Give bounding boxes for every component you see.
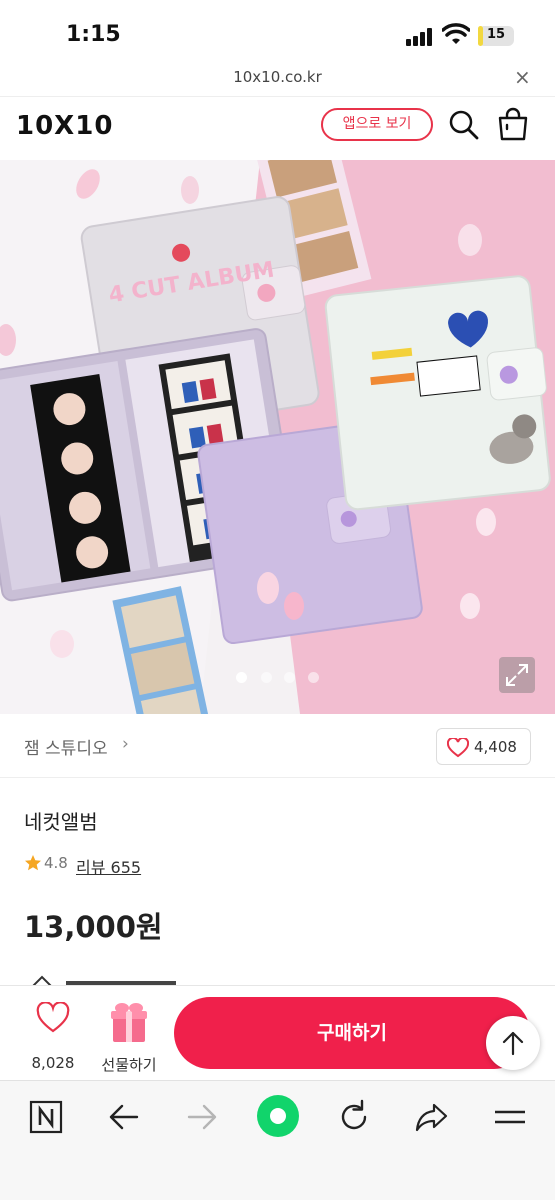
search-icon[interactable] xyxy=(448,109,480,141)
arrow-up-icon xyxy=(502,1031,524,1056)
heart-icon xyxy=(447,738,469,758)
carousel-dot[interactable] xyxy=(261,672,272,683)
close-icon[interactable]: × xyxy=(514,65,531,89)
product-image-carousel[interactable]: 4 CUT ALBUM xyxy=(0,160,555,714)
shopping-bag-icon[interactable] xyxy=(496,107,530,141)
status-bar: 1:15 15 xyxy=(0,0,555,62)
expand-icon[interactable] xyxy=(499,657,535,693)
review-link[interactable]: 리뷰 655 xyxy=(76,854,141,878)
product-price: 13,000원 xyxy=(24,910,163,944)
forward-arrow-icon[interactable] xyxy=(182,1097,222,1137)
cellular-signal-icon xyxy=(406,26,436,46)
refresh-icon[interactable] xyxy=(334,1097,374,1137)
battery-icon: 15 xyxy=(478,26,514,46)
partially-hidden-row xyxy=(30,972,230,986)
rating-value: 4.8 xyxy=(44,854,68,872)
carousel-dot[interactable] xyxy=(284,672,295,683)
naver-n-icon[interactable] xyxy=(26,1097,66,1137)
back-arrow-icon[interactable] xyxy=(104,1097,144,1137)
wishlist-count: 8,028 xyxy=(31,1054,75,1072)
browser-toolbar xyxy=(0,1080,555,1200)
star-icon xyxy=(25,855,41,871)
chevron-right-icon: › xyxy=(122,734,129,754)
battery-text: 15 xyxy=(486,27,506,42)
gift-icon xyxy=(111,1003,147,1042)
share-icon[interactable] xyxy=(412,1097,452,1137)
like-button[interactable]: 4,408 xyxy=(436,728,531,765)
scroll-to-top-button[interactable] xyxy=(486,1016,540,1070)
brand-link[interactable]: 잼 스튜디오 xyxy=(24,734,108,759)
carousel-dot[interactable] xyxy=(236,672,247,683)
site-logo[interactable]: 10X10 xyxy=(16,111,113,141)
buy-button[interactable]: 구매하기 xyxy=(174,997,530,1069)
url-bar[interactable]: 10x10.co.kr × xyxy=(0,62,555,96)
open-app-button[interactable]: 앱으로 보기 xyxy=(321,108,433,141)
brand-row: 잼 스튜디오 › 4,408 xyxy=(0,714,555,778)
like-count: 4,408 xyxy=(474,738,517,756)
status-time: 1:15 xyxy=(66,22,121,47)
carousel-dot[interactable] xyxy=(308,672,319,683)
purchase-bar: 8,028 선물하기 구매하기 xyxy=(0,985,555,1080)
wifi-icon xyxy=(442,23,470,44)
green-circle-icon[interactable] xyxy=(255,1093,301,1139)
heart-icon xyxy=(36,1002,70,1033)
url-text[interactable]: 10x10.co.kr xyxy=(0,68,555,86)
product-photo: 4 CUT ALBUM xyxy=(0,160,555,714)
site-header: 10X10 앱으로 보기 xyxy=(0,96,555,160)
gift-label: 선물하기 xyxy=(101,1056,157,1074)
product-name: 네컷앨범 xyxy=(24,810,98,834)
menu-icon[interactable] xyxy=(490,1097,530,1137)
